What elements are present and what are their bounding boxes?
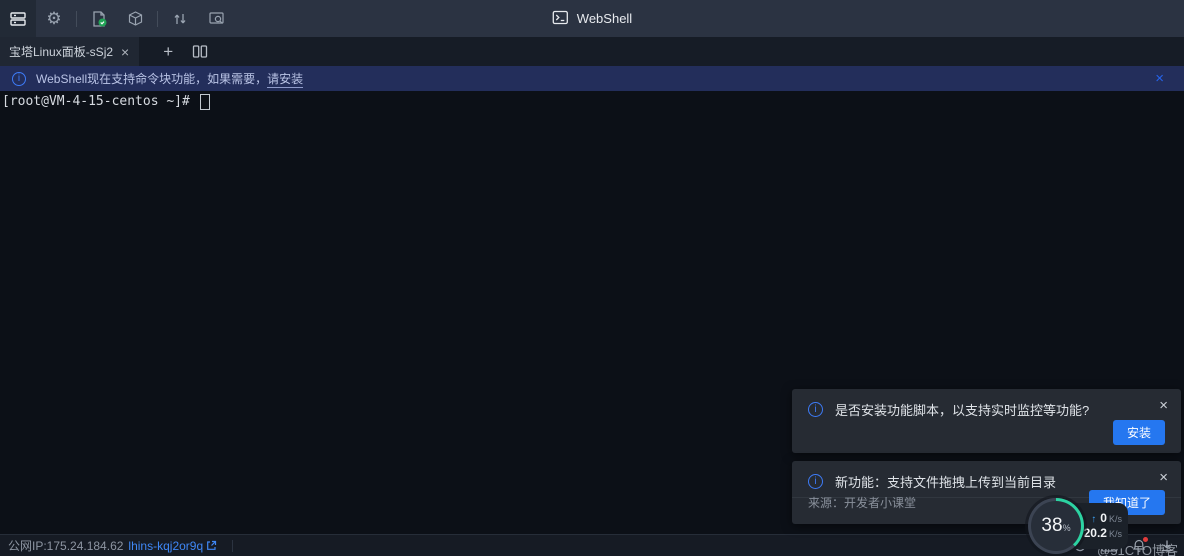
toast-source-label: 来源：开发者小课堂 <box>808 494 916 511</box>
banner-install-link[interactable]: 请安装 <box>267 70 303 88</box>
split-view-button[interactable] <box>185 37 215 66</box>
load-percent: 38 <box>1041 501 1062 551</box>
notification-badge <box>1143 537 1148 542</box>
tab-baota-panel[interactable]: 宝塔Linux面板-sSj2 × <box>0 37 139 66</box>
sort-arrows-icon <box>172 11 188 27</box>
file-check-icon <box>90 10 108 28</box>
server-list-icon <box>9 10 27 28</box>
status-bar: 公网IP:175.24.184.62 lhins-kqj2or9q <box>0 534 1184 556</box>
upload-value: 0 <box>1100 512 1107 524</box>
download-unit: K/s <box>1109 530 1122 539</box>
load-gauge[interactable]: 38 % <box>1028 498 1084 554</box>
settings-button[interactable]: ⚙ <box>36 0 72 37</box>
status-divider <box>232 540 233 552</box>
split-view-icon <box>192 44 208 59</box>
app-title-label: WebShell <box>577 11 632 26</box>
new-tab-button[interactable]: + <box>151 37 185 66</box>
toast-head: i 新功能：支持文件拖拽上传到当前目录 <box>792 461 1181 491</box>
download-icon <box>1160 539 1174 553</box>
search-session-button[interactable] <box>198 0 234 37</box>
toast-message: 是否安装功能脚本，以支持实时监控等功能? <box>835 400 1089 419</box>
tab-bar: 宝塔Linux面板-sSj2 × + <box>0 37 1184 66</box>
tab-label: 宝塔Linux面板-sSj2 <box>9 43 113 60</box>
toast-close-icon[interactable]: × <box>1159 398 1168 413</box>
webshell-app: ⚙ <box>0 0 1184 556</box>
download-button[interactable] <box>1160 539 1174 553</box>
search-window-icon <box>208 10 225 27</box>
app-title: WebShell <box>552 0 632 37</box>
load-percent-unit: % <box>1063 523 1071 533</box>
banner-message: WebShell现在支持命令块功能，如果需要， <box>36 70 267 87</box>
instance-link[interactable]: lhins-kqj2or9q <box>128 539 217 553</box>
install-script-toast: i 是否安装功能脚本，以支持实时监控等功能? × 安装 <box>792 389 1181 453</box>
toolbar-divider <box>157 11 158 27</box>
webshell-feature-banner: i WebShell现在支持命令块功能，如果需要， 请安装 × <box>0 66 1184 91</box>
toolbar-divider <box>76 11 77 27</box>
toast-message: 新功能：支持文件拖拽上传到当前目录 <box>835 472 1056 491</box>
toast-close-icon[interactable]: × <box>1159 470 1168 485</box>
terminal-prompt: [root@VM-4-15-centos ~]# <box>2 93 198 110</box>
gear-icon: ⚙ <box>46 10 61 27</box>
public-ip-label: 公网IP:175.24.184.62 <box>8 537 123 554</box>
upload-arrow-icon: ↑ <box>1091 515 1096 525</box>
upload-unit: K/s <box>1109 515 1122 524</box>
terminal-cursor <box>200 94 210 110</box>
download-value: 20.2 <box>1084 527 1107 539</box>
banner-close-icon[interactable]: × <box>1149 71 1170 86</box>
info-icon: i <box>808 474 823 489</box>
sort-button[interactable] <box>162 0 198 37</box>
terminal-icon <box>552 9 569 29</box>
status-left: 公网IP:175.24.184.62 lhins-kqj2or9q <box>8 537 233 554</box>
command-script-button[interactable] <box>81 0 117 37</box>
top-toolbar: ⚙ <box>0 0 1184 37</box>
info-icon: i <box>808 402 823 417</box>
toast-head: i 是否安装功能脚本，以支持实时监控等功能? <box>792 389 1181 419</box>
external-link-icon <box>206 540 217 551</box>
load-gauge-face: 38 % <box>1031 501 1081 551</box>
package-icon <box>127 10 144 27</box>
info-icon: i <box>12 72 26 86</box>
notification-bell-button[interactable] <box>1132 539 1146 553</box>
package-button[interactable] <box>117 0 153 37</box>
session-list-button[interactable] <box>0 0 36 37</box>
install-button[interactable]: 安装 <box>1113 420 1165 445</box>
tab-close-icon[interactable]: × <box>121 45 129 59</box>
terminal-prompt-line: [root@VM-4-15-centos ~]# <box>2 93 1182 110</box>
